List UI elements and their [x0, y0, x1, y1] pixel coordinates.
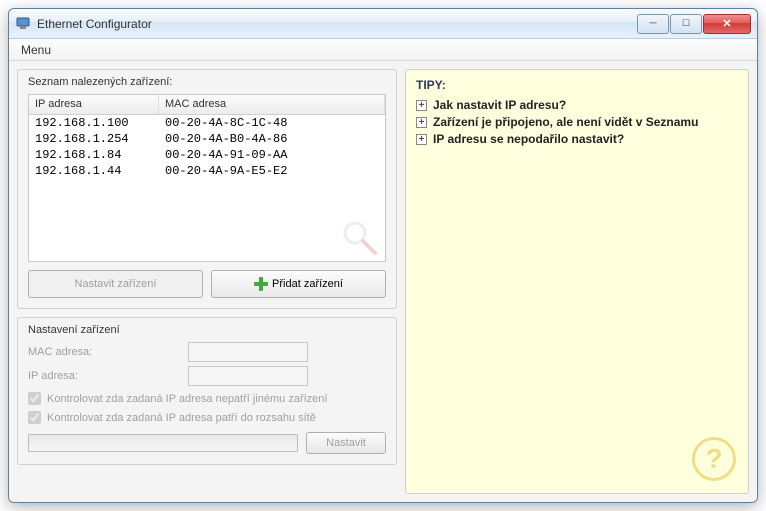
table-row[interactable]: 192.168.1.254 00-20-4A-B0-4A-86: [29, 131, 385, 147]
table-row[interactable]: 192.168.1.44 00-20-4A-9A-E5-E2: [29, 163, 385, 179]
checkbox-ip-range[interactable]: [28, 411, 41, 424]
col-header-mac[interactable]: MAC adresa: [159, 95, 385, 114]
list-header: IP adresa MAC adresa: [29, 95, 385, 115]
app-icon: [15, 16, 31, 32]
check-ip-conflict[interactable]: Kontrolovat zda zadaná IP adresa nepatří…: [28, 392, 386, 405]
device-list-group: Seznam nalezených zařízení: IP adresa MA…: [17, 69, 397, 309]
ip-label: IP adresa:: [28, 370, 188, 382]
menubar: Menu: [9, 39, 757, 61]
window-controls: [637, 14, 751, 34]
set-device-button[interactable]: Nastavit zařízení: [28, 270, 203, 298]
cell-mac: 00-20-4A-9A-E5-E2: [159, 164, 385, 178]
check-ip-range[interactable]: Kontrolovat zda zadaná IP adresa patří d…: [28, 411, 386, 424]
list-body: 192.168.1.100 00-20-4A-8C-1C-48 192.168.…: [29, 115, 385, 179]
expand-icon[interactable]: +: [416, 134, 427, 145]
device-settings-group: Nastavení zařízení MAC adresa: IP adresa…: [17, 317, 397, 465]
tips-panel: TIPY: + Jak nastavit IP adresu? + Zaříze…: [405, 69, 749, 494]
close-button[interactable]: [703, 14, 751, 34]
search-icon: [339, 217, 379, 257]
window-title: Ethernet Configurator: [37, 17, 637, 31]
device-list[interactable]: IP adresa MAC adresa 192.168.1.100 00-20…: [28, 94, 386, 262]
progress-bar: [28, 434, 298, 452]
mac-label: MAC adresa:: [28, 346, 188, 358]
ip-input[interactable]: [188, 366, 308, 386]
device-list-title: Seznam nalezených zařízení:: [28, 76, 386, 88]
settings-bottom: Nastavit: [28, 432, 386, 454]
plus-icon: [254, 277, 268, 291]
apply-button[interactable]: Nastavit: [306, 432, 386, 454]
tip-item[interactable]: + IP adresu se nepodařilo nastavit?: [416, 132, 738, 146]
content-area: Seznam nalezených zařízení: IP adresa MA…: [9, 61, 757, 502]
mac-row: MAC adresa:: [28, 342, 386, 362]
add-device-button[interactable]: Přidat zařízení: [211, 270, 386, 298]
maximize-button[interactable]: [670, 14, 702, 34]
cell-ip: 192.168.1.254: [29, 132, 159, 146]
tips-title: TIPY:: [416, 78, 738, 92]
mac-input[interactable]: [188, 342, 308, 362]
left-panel: Seznam nalezených zařízení: IP adresa MA…: [17, 69, 397, 494]
cell-mac: 00-20-4A-91-09-AA: [159, 148, 385, 162]
menu-item-menu[interactable]: Menu: [15, 41, 57, 59]
col-header-ip[interactable]: IP adresa: [29, 95, 159, 114]
settings-title: Nastavení zařízení: [28, 324, 386, 336]
tip-item[interactable]: + Jak nastavit IP adresu?: [416, 98, 738, 112]
expand-icon[interactable]: +: [416, 100, 427, 111]
cell-mac: 00-20-4A-8C-1C-48: [159, 116, 385, 130]
device-buttons: Nastavit zařízení Přidat zařízení: [28, 270, 386, 298]
cell-ip: 192.168.1.84: [29, 148, 159, 162]
table-row[interactable]: 192.168.1.100 00-20-4A-8C-1C-48: [29, 115, 385, 131]
checkbox-ip-conflict[interactable]: [28, 392, 41, 405]
cell-ip: 192.168.1.100: [29, 116, 159, 130]
app-window: Ethernet Configurator Menu Seznam naleze…: [8, 8, 758, 503]
expand-icon[interactable]: +: [416, 117, 427, 128]
cell-ip: 192.168.1.44: [29, 164, 159, 178]
tip-item[interactable]: + Zařízení je připojeno, ale není vidět …: [416, 115, 738, 129]
cell-mac: 00-20-4A-B0-4A-86: [159, 132, 385, 146]
titlebar[interactable]: Ethernet Configurator: [9, 9, 757, 39]
table-row[interactable]: 192.168.1.84 00-20-4A-91-09-AA: [29, 147, 385, 163]
ip-row: IP adresa:: [28, 366, 386, 386]
help-icon[interactable]: ?: [692, 437, 736, 481]
minimize-button[interactable]: [637, 14, 669, 34]
